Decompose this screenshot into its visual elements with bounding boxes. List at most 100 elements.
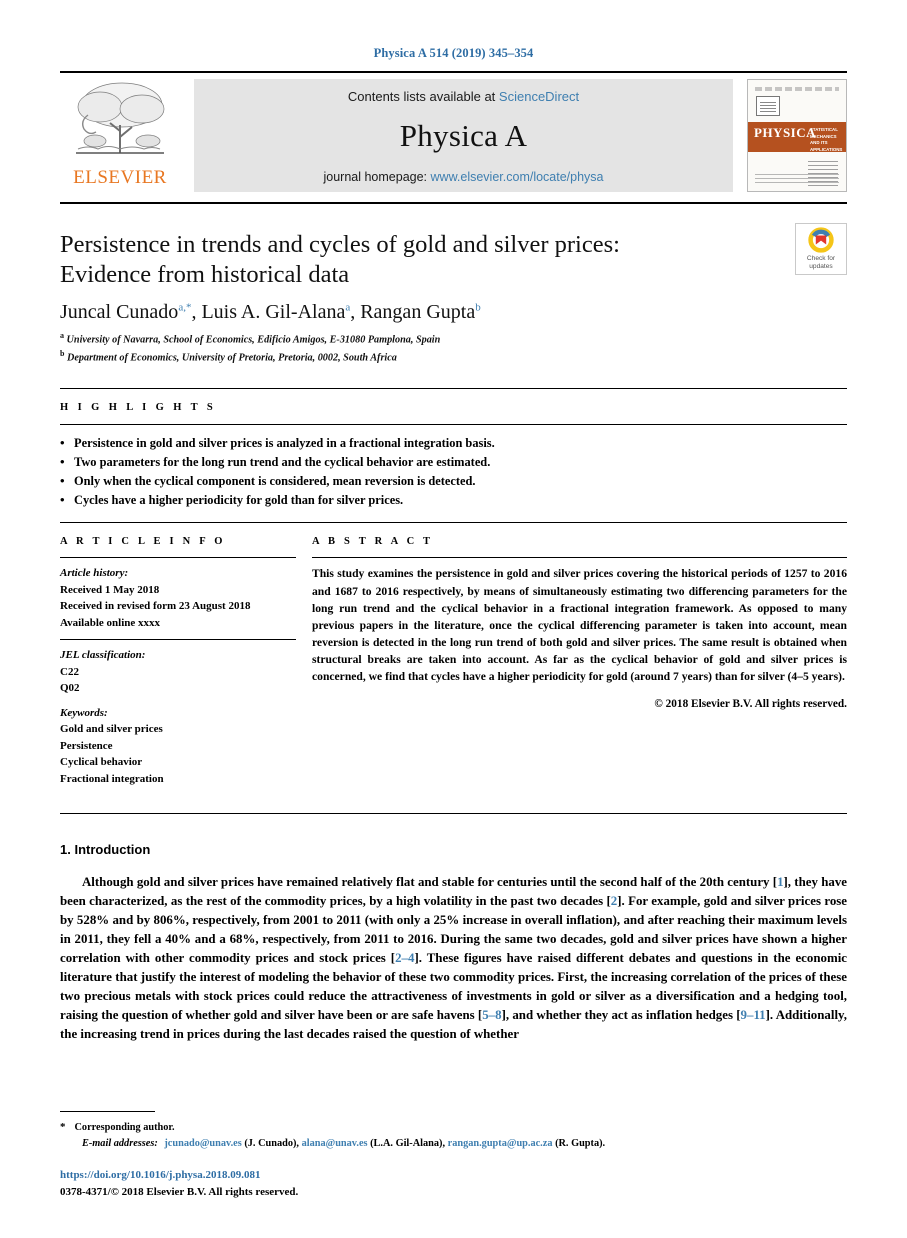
list-item: Persistence in gold and silver prices is… — [60, 433, 847, 453]
citation-link[interactable]: 1 — [777, 875, 783, 889]
abstract-column: A B S T R A C T This study examines the … — [312, 536, 847, 795]
cover-header-lines — [755, 87, 839, 91]
crossmark-icon — [808, 227, 834, 253]
citation-link[interactable]: 2 — [611, 894, 617, 908]
crossmark-label: Check for updates — [807, 255, 835, 271]
author-name-3: Rangan Gupta — [360, 300, 476, 323]
affiliation-mark-b: b — [60, 348, 65, 358]
article-history-title: Article history: — [60, 567, 129, 580]
title-block: Check for updates Persistence in trends … — [60, 204, 847, 366]
jel-group: JEL classification: C22 Q02 — [60, 647, 296, 697]
email-link-2[interactable]: alana@unav.es — [302, 1138, 368, 1149]
author-mark-1: a,* — [178, 301, 192, 314]
keyword-1: Gold and silver prices — [60, 723, 163, 736]
section-heading-introduction: 1. Introduction — [60, 842, 847, 857]
email-person-1: (J. Cunado) — [244, 1138, 297, 1150]
sciencedirect-link[interactable]: ScienceDirect — [499, 89, 579, 104]
affiliation-mark-a: a — [60, 330, 64, 340]
highlights-section: H I G H L I G H T S Persistence in gold … — [60, 388, 847, 509]
journal-homepage-link[interactable]: www.elsevier.com/locate/physa — [431, 170, 604, 184]
highlights-heading: H I G H L I G H T S — [60, 402, 217, 414]
issn-copyright-line: 0378-4371/© 2018 Elsevier B.V. All right… — [60, 1185, 299, 1198]
elsevier-logo: ELSEVIER — [60, 73, 180, 200]
jel-divider — [60, 639, 296, 641]
list-item: Only when the cyclical component is cons… — [60, 471, 847, 491]
info-abstract-columns: A R T I C L E I N F O Article history: R… — [60, 536, 847, 795]
doi-link[interactable]: https://doi.org/10.1016/j.physa.2018.09.… — [60, 1167, 298, 1184]
abstract-divider — [312, 557, 847, 559]
author-name-1: Juncal Cunado — [60, 300, 179, 323]
email-person-2: (L.A. Gil-Alana) — [370, 1138, 443, 1150]
introduction-paragraph: Although gold and silver prices have rem… — [60, 875, 847, 1042]
doi-block: https://doi.org/10.1016/j.physa.2018.09.… — [60, 1167, 298, 1200]
abstract-text: This study examines the persistence in g… — [312, 567, 847, 684]
elsevier-wordmark: ELSEVIER — [73, 167, 167, 188]
footnote-rule — [60, 1111, 155, 1112]
affiliation-text-b: Department of Economics, University of P… — [67, 352, 397, 364]
highlights-list: Persistence in gold and silver prices is… — [60, 433, 847, 509]
article-info-heading: A R T I C L E I N F O — [60, 536, 226, 548]
highlights-top-rule — [60, 388, 847, 390]
corresponding-author-line: * Corresponding author. — [60, 1119, 847, 1136]
article-page: Physica A 514 (2019) 345–354 ELSEVIER Co… — [0, 0, 907, 1238]
email-label: E-mail addresses: — [82, 1138, 158, 1150]
affiliation-b: b Department of Economics, University of… — [60, 348, 847, 366]
highlights-divider — [60, 424, 847, 426]
citation-link[interactable]: 2–4 — [395, 951, 414, 965]
author-list: Juncal Cunadoa,*, Luis A. Gil-Alanaa, Ra… — [60, 300, 481, 323]
elsevier-tree-icon — [76, 82, 165, 154]
citation-link[interactable]: 9–11 — [741, 1008, 766, 1022]
journal-homepage-line: journal homepage: www.elsevier.com/locat… — [323, 170, 603, 184]
citation-link[interactable]: 5–8 — [482, 1008, 501, 1022]
page-title: Persistence in trends and cycles of gold… — [60, 230, 700, 290]
article-history-online: Available online xxxx — [60, 616, 161, 629]
crossmark-line2: updates — [809, 263, 833, 270]
cover-journal-name: PHYSICA — [754, 125, 817, 140]
contents-prefix: Contents lists available at — [347, 89, 496, 104]
abstract-heading: A B S T R A C T — [312, 536, 434, 548]
article-history-group: Article history: Received 1 May 2018 Rec… — [60, 565, 296, 631]
article-info-divider — [60, 557, 296, 559]
jel-title: JEL classification: — [60, 649, 146, 662]
body-top-rule — [60, 813, 847, 815]
crossmark-line1: Check for — [806, 254, 836, 262]
keywords-title: Keywords: — [60, 706, 108, 719]
info-abstract-top-rule — [60, 522, 847, 524]
homepage-prefix: journal homepage: — [323, 170, 428, 184]
article-history-received: Received 1 May 2018 — [60, 583, 160, 596]
title-line-1: Persistence in trends and cycles of gold… — [60, 231, 620, 258]
email-person-3: (R. Gupta) — [555, 1138, 603, 1150]
title-line-2: Evidence from historical data — [60, 260, 350, 288]
email-link-1[interactable]: jcunado@unav.es — [164, 1138, 241, 1149]
keyword-4: Fractional integration — [60, 772, 164, 785]
jel-code-1: C22 — [60, 665, 79, 678]
section-number: 1. — [60, 842, 71, 858]
keyword-3: Cyclical behavior — [60, 756, 143, 769]
list-item: Two parameters for the long run trend an… — [60, 452, 847, 472]
keyword-2: Persistence — [60, 739, 113, 752]
cover-publisher-box — [756, 96, 780, 116]
cover-journal-subtitle: STATISTICAL MECHANICS AND ITS APPLICATIO… — [810, 127, 843, 152]
article-info-column: A R T I C L E I N F O Article history: R… — [60, 536, 312, 795]
journal-masthead: ELSEVIER Contents lists available at Sci… — [60, 73, 847, 200]
keywords-group: Keywords: Gold and silver prices Persist… — [60, 705, 296, 788]
corresponding-text: Corresponding author. — [74, 1122, 175, 1133]
abstract-copyright: © 2018 Elsevier B.V. All rights reserved… — [654, 697, 847, 710]
contents-available-line: Contents lists available at ScienceDirec… — [348, 89, 579, 104]
author-mark-2: a — [345, 301, 351, 314]
section-title-text: Introduction — [74, 842, 151, 858]
masthead-center-panel: Contents lists available at ScienceDirec… — [194, 79, 733, 192]
article-history-revised: Received in revised form 23 August 2018 — [60, 600, 251, 613]
affiliation-list: a University of Navarra, School of Econo… — [60, 330, 847, 366]
affiliation-a: a University of Navarra, School of Econo… — [60, 330, 847, 348]
journal-cover-thumbnail: PHYSICA STATISTICAL MECHANICS AND ITS AP… — [747, 79, 847, 192]
corresponding-marker: * — [60, 1121, 66, 1133]
cover-footer-lines — [755, 173, 839, 183]
email-addresses-line: E-mail addresses: jcunado@unav.es (J. Cu… — [82, 1138, 606, 1150]
crossmark-badge[interactable]: Check for updates — [795, 223, 847, 275]
author-mark-3: b — [475, 301, 481, 314]
journal-title: Physica A — [399, 118, 528, 153]
email-link-3[interactable]: rangan.gupta@up.ac.za — [448, 1138, 553, 1149]
running-head: Physica A 514 (2019) 345–354 — [373, 46, 534, 60]
author-name-2: Luis A. Gil-Alana — [201, 300, 346, 323]
